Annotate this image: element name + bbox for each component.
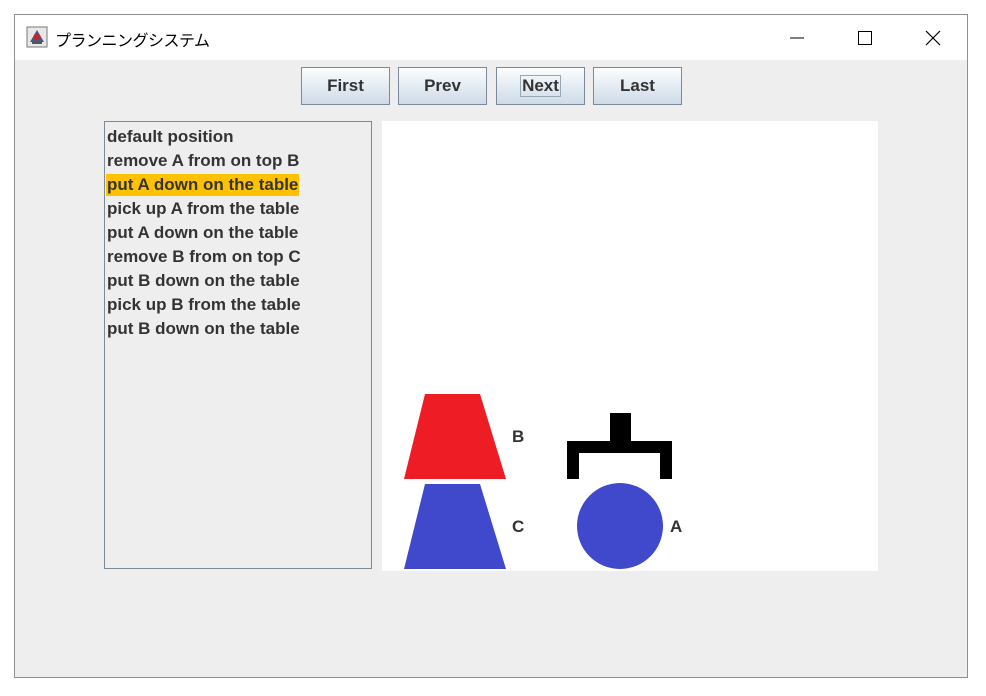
list-item-selected[interactable]: put A down on the table: [106, 174, 300, 196]
title-bar[interactable]: プランニングシステム: [15, 15, 967, 60]
list-item[interactable]: put B down on the table: [106, 318, 301, 340]
list-item[interactable]: remove B from on top C: [106, 246, 302, 268]
window-title: プランニングシステム: [55, 31, 210, 50]
minimize-icon: [790, 37, 804, 39]
block-a-label: A: [670, 517, 683, 536]
gripper-icon: [567, 413, 672, 479]
block-c-trapezoid: [404, 484, 506, 569]
block-c-label: C: [512, 517, 525, 536]
list-item[interactable]: put B down on the table: [106, 270, 301, 292]
block-b-label: B: [512, 427, 525, 446]
blocks-world-canvas: B C A: [382, 121, 878, 571]
list-item[interactable]: remove A from on top B: [106, 150, 300, 172]
close-button[interactable]: [909, 15, 955, 60]
close-icon: [925, 30, 941, 46]
block-b-trapezoid: [404, 394, 506, 479]
list-item[interactable]: pick up A from the table: [106, 198, 300, 220]
maximize-button[interactable]: [841, 15, 887, 60]
block-a-circle: [577, 483, 663, 569]
java-app-icon: [26, 26, 48, 48]
prev-button-label: Prev: [424, 76, 461, 95]
next-button[interactable]: Next: [496, 67, 585, 105]
list-item[interactable]: pick up B from the table: [106, 294, 302, 316]
first-button[interactable]: First: [301, 67, 390, 105]
app-window: プランニングシステム First Prev Next Last default …: [14, 14, 968, 678]
list-item[interactable]: put A down on the table: [106, 222, 299, 244]
last-button[interactable]: Last: [593, 67, 682, 105]
list-item[interactable]: default position: [106, 126, 235, 148]
minimize-button[interactable]: [773, 15, 819, 60]
plan-steps-list[interactable]: default position remove A from on top B …: [104, 121, 372, 569]
maximize-icon: [858, 31, 872, 45]
next-button-label: Next: [520, 75, 561, 97]
blocks-scene: [404, 394, 672, 569]
prev-button[interactable]: Prev: [398, 67, 487, 105]
first-button-label: First: [327, 76, 364, 95]
last-button-label: Last: [620, 76, 655, 95]
